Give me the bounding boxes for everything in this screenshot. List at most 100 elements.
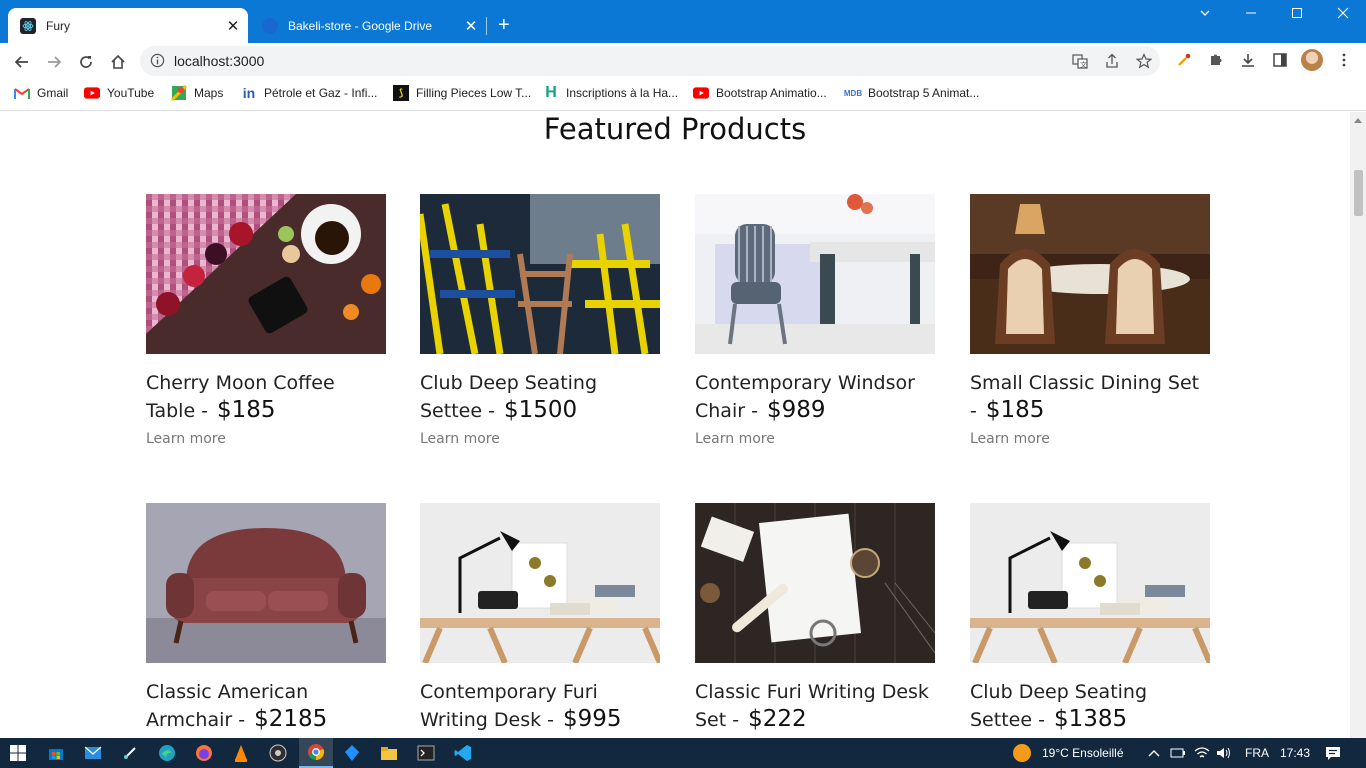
close-tab-icon[interactable]: ✕ <box>222 17 244 35</box>
product-card[interactable]: Club Deep Seating Settee - $1500 Learn mo… <box>420 194 660 447</box>
reload-icon[interactable] <box>75 51 97 73</box>
volume-icon[interactable] <box>1214 743 1234 763</box>
forward-icon[interactable] <box>43 51 65 73</box>
menu-kebab-icon[interactable] <box>1336 52 1352 73</box>
bookmark-petrole-gaz[interactable]: in Pétrole et Gaz - Infi... <box>241 85 378 101</box>
share-icon[interactable] <box>1104 53 1120 74</box>
desk-set-photo[interactable] <box>695 503 935 663</box>
writing-desk-photo[interactable] <box>970 503 1210 663</box>
side-panel-icon[interactable] <box>1272 52 1288 73</box>
translate-icon[interactable]: 文 <box>1072 53 1088 74</box>
vlc-icon[interactable] <box>231 743 251 763</box>
pen-workspace-icon[interactable] <box>120 743 140 763</box>
bookmark-label: Pétrole et Gaz - Infi... <box>264 86 378 100</box>
bookmark-maps[interactable]: Maps <box>171 85 223 101</box>
scroll-up-arrow-icon[interactable] <box>1354 118 1362 123</box>
bookmark-youtube[interactable]: YouTube <box>84 85 154 101</box>
notification-icon[interactable] <box>1323 743 1343 763</box>
download-icon[interactable] <box>1240 52 1256 73</box>
language-indicator[interactable]: FRA <box>1245 746 1269 760</box>
coffee-table-photo[interactable] <box>146 194 386 354</box>
product-price: $222 <box>748 706 807 732</box>
linkedin-icon: in <box>242 85 256 101</box>
obs-icon[interactable] <box>268 743 288 763</box>
edge-icon[interactable] <box>157 743 177 763</box>
bookmark-inscriptions[interactable]: H Inscriptions à la Ha... <box>543 84 678 101</box>
new-tab-button[interactable]: + <box>498 14 510 36</box>
windows-taskbar: 19°C Ensoleillé FRA 17:43 <box>0 738 1366 768</box>
weather-text[interactable]: 19°C Ensoleillé <box>1042 746 1124 760</box>
close-window-icon[interactable] <box>1328 6 1358 22</box>
back-icon[interactable] <box>11 51 33 73</box>
svg-text:文: 文 <box>1080 60 1087 69</box>
bookmark-label: Bootstrap 5 Animat... <box>868 86 980 100</box>
react-icon <box>20 17 36 34</box>
close-tab-icon[interactable]: ✕ <box>460 17 482 35</box>
home-icon[interactable] <box>107 51 129 73</box>
browser-toolbar: localhost:3000 文 <box>0 43 1366 79</box>
bookmark-gmail[interactable]: Gmail <box>14 85 68 101</box>
battery-icon[interactable] <box>1168 743 1188 763</box>
profile-avatar[interactable] <box>1301 49 1323 71</box>
clock[interactable]: 17:43 <box>1280 746 1310 760</box>
bookmark-star-icon[interactable] <box>1135 53 1153 74</box>
product-name: Club Deep Seating Settee - $1385 <box>970 681 1148 732</box>
maximize-icon[interactable] <box>1282 6 1312 22</box>
product-card[interactable]: Contemporary Furi Writing Desk -$995 Lea… <box>420 503 660 738</box>
tab-fury[interactable]: Fury ✕ <box>8 8 248 43</box>
bookmark-label: Bootstrap Animatio... <box>716 86 827 100</box>
tab-google-drive[interactable]: Bakeli-store - Google Drive ✕ <box>250 8 487 43</box>
learn-more-link[interactable]: Learn more <box>146 431 386 447</box>
bookmark-filling-pieces[interactable]: ⟆ Filling Pieces Low T... <box>393 85 531 101</box>
learn-more-link[interactable]: Learn more <box>970 431 1210 447</box>
color-picker-extension-icon[interactable] <box>1176 52 1192 73</box>
product-price: $1500 <box>503 397 578 423</box>
file-explorer-icon[interactable] <box>379 743 399 763</box>
product-card[interactable]: Cherry Moon Coffee Table - $185 Learn mor… <box>146 194 386 447</box>
dining-set-photo[interactable] <box>970 194 1210 354</box>
minimize-icon[interactable] <box>1236 6 1266 22</box>
terminal-icon[interactable] <box>416 743 436 763</box>
product-price: $995 <box>563 706 622 732</box>
address-bar[interactable]: localhost:3000 文 <box>140 46 1160 76</box>
product-card[interactable]: Classic Furi Writing Desk Set -$222 Lear… <box>695 503 935 738</box>
mdb-icon: MDB <box>843 88 863 98</box>
yellow-chairs-photo[interactable] <box>420 194 660 354</box>
product-name: Club Deep Seating Settee - $1500 <box>420 372 598 423</box>
product-card[interactable]: Small Classic Dining Set - $185 Learn mor… <box>970 194 1210 447</box>
youtube-icon <box>84 85 100 101</box>
bookmark-bootstrap-animation[interactable]: Bootstrap Animatio... <box>693 85 827 101</box>
filling-pieces-icon: ⟆ <box>393 85 409 101</box>
product-price: $185 <box>217 397 276 423</box>
product-price: $1385 <box>1053 706 1128 732</box>
site-info-icon[interactable] <box>150 53 165 73</box>
product-name: Classic Furi Writing Desk Set - $222 <box>695 681 929 732</box>
scrollbar-thumb[interactable] <box>1354 170 1363 216</box>
mail-icon[interactable] <box>83 743 103 763</box>
learn-more-link[interactable]: Learn more <box>695 431 935 447</box>
chrome-icon[interactable] <box>299 738 333 768</box>
product-card[interactable]: Contemporary Windsor Chair - $989 Learn m… <box>695 194 935 447</box>
app-blue-drop-icon[interactable] <box>342 743 362 763</box>
vscode-icon[interactable] <box>453 743 473 763</box>
tab-search-icon[interactable] <box>1190 6 1220 22</box>
youtube-icon <box>693 85 709 101</box>
store-icon[interactable] <box>46 743 66 763</box>
weather-sun-icon[interactable] <box>1012 743 1032 763</box>
extensions-icon[interactable] <box>1208 52 1224 73</box>
windsor-chair-photo[interactable] <box>695 194 935 354</box>
leather-sofa-photo[interactable] <box>146 503 386 663</box>
chevron-up-icon[interactable] <box>1144 743 1164 763</box>
windows-start-icon[interactable] <box>8 743 28 763</box>
product-name: Contemporary Furi Writing Desk - $995 <box>420 681 622 732</box>
product-card[interactable]: Classic American Armchair -$2185 Learn m… <box>146 503 386 738</box>
firefox-icon[interactable] <box>194 743 214 763</box>
page-scrollbar[interactable] <box>1350 112 1366 738</box>
maps-icon <box>171 85 187 101</box>
learn-more-link[interactable]: Learn more <box>420 431 660 447</box>
tab-separator <box>486 17 487 35</box>
product-card[interactable]: Club Deep Seating Settee -$1385 Learn mo… <box>970 503 1210 738</box>
bookmark-bootstrap-5[interactable]: MDB Bootstrap 5 Animat... <box>843 85 980 101</box>
writing-desk-photo[interactable] <box>420 503 660 663</box>
wifi-icon[interactable] <box>1192 743 1212 763</box>
